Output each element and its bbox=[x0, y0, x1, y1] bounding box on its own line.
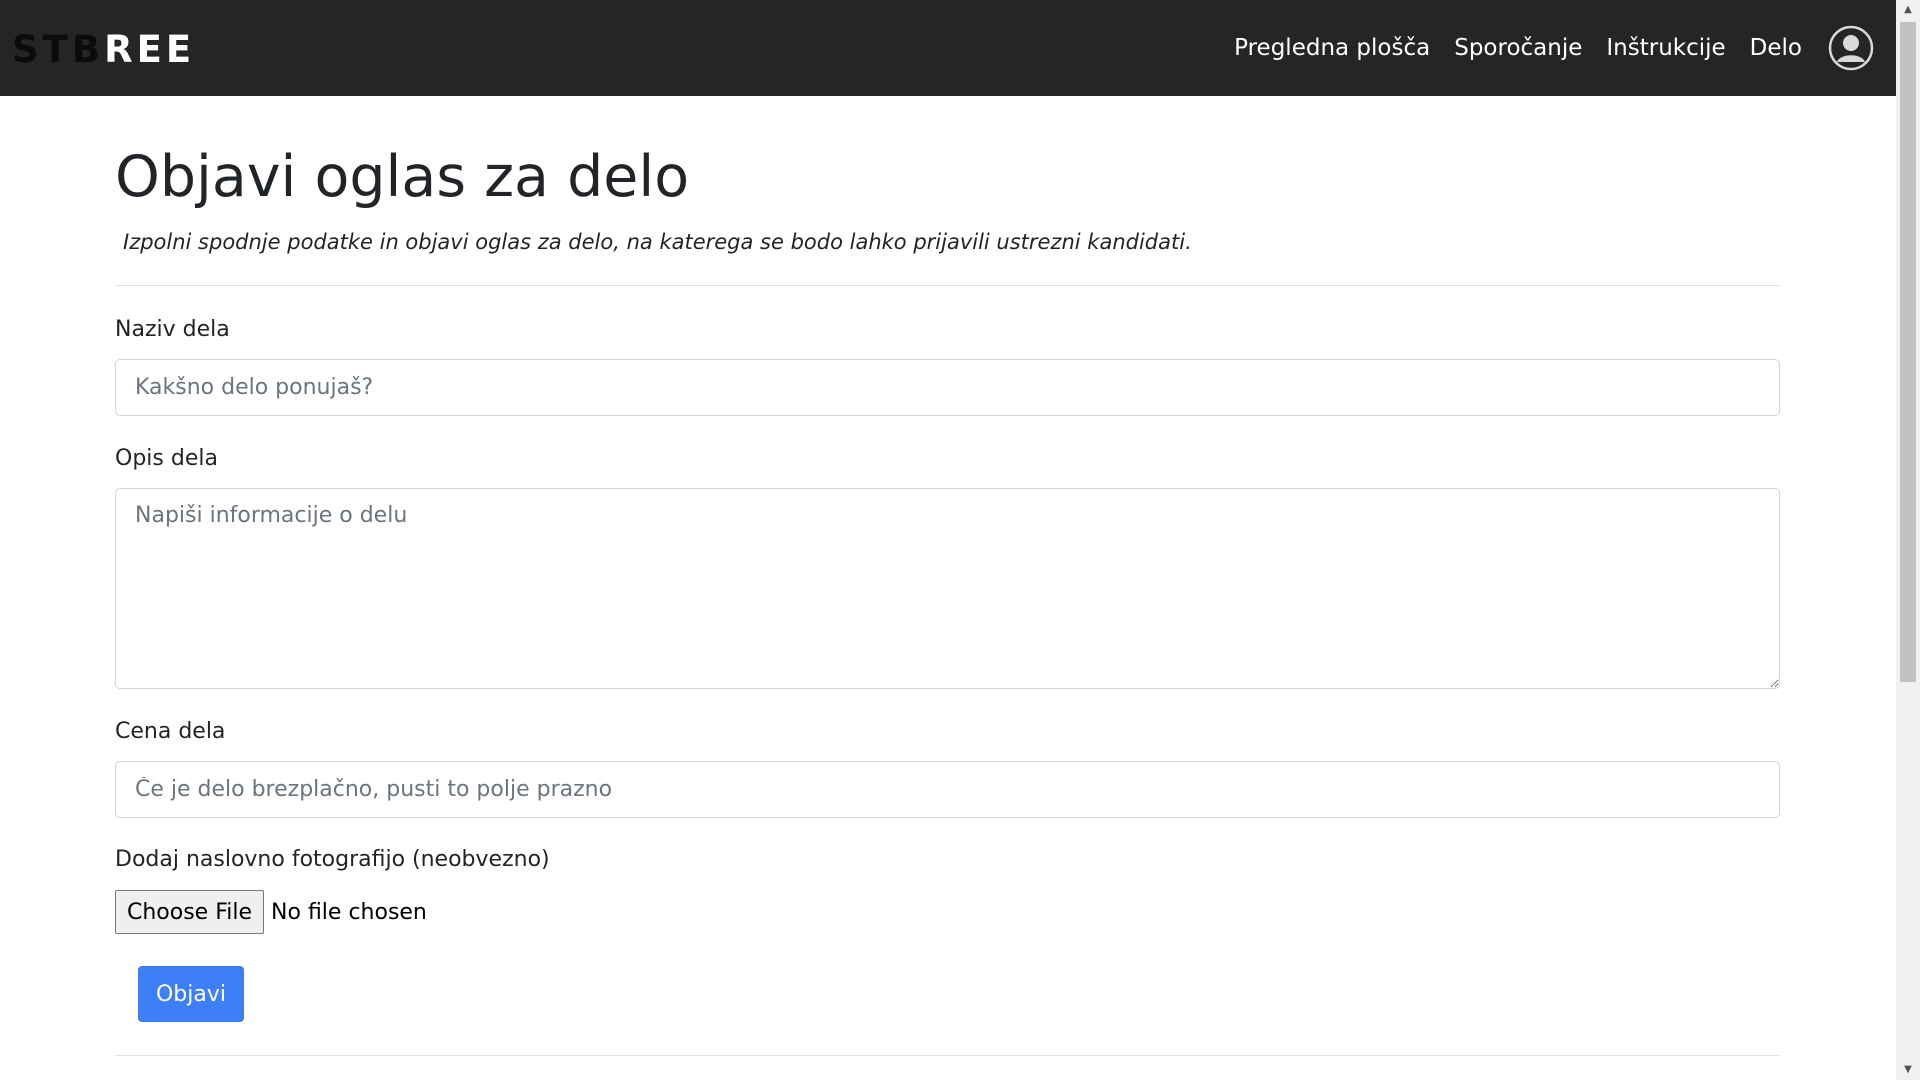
nav-link-dashboard[interactable]: Pregledna plošča bbox=[1234, 35, 1430, 61]
page-subtitle: Izpolni spodnje podatke in objavi oglas … bbox=[123, 230, 1192, 254]
job-description-label: Opis dela bbox=[115, 446, 218, 471]
divider bbox=[115, 285, 1780, 286]
top-navbar: STBREE Pregledna plošča Sporočanje Inštr… bbox=[0, 0, 1896, 96]
brand-logo[interactable]: STBREE bbox=[12, 26, 195, 74]
job-name-label: Naziv dela bbox=[115, 317, 230, 342]
publish-button[interactable]: Objavi bbox=[138, 966, 244, 1022]
scroll-down-arrow-icon[interactable]: ▼ bbox=[1896, 1060, 1920, 1080]
scroll-up-arrow-icon[interactable]: ▲ bbox=[1896, 0, 1920, 20]
job-name-input[interactable] bbox=[115, 359, 1780, 416]
photo-upload-label: Dodaj naslovno fotografijo (neobvezno) bbox=[115, 847, 550, 872]
nav-links: Pregledna plošča Sporočanje Inštrukcije … bbox=[1210, 0, 1874, 96]
page-title: Objavi oglas za delo bbox=[115, 144, 690, 210]
nav-link-tutoring[interactable]: Inštrukcije bbox=[1606, 35, 1725, 61]
page-scrollbar[interactable]: ▲ ▼ bbox=[1896, 0, 1920, 1080]
file-status-text: No file chosen bbox=[271, 899, 427, 925]
choose-file-button[interactable]: Choose File bbox=[115, 890, 265, 934]
scroll-thumb[interactable] bbox=[1900, 22, 1916, 682]
nav-link-jobs[interactable]: Delo bbox=[1750, 35, 1802, 61]
job-price-label: Cena dela bbox=[115, 719, 226, 744]
brand-logo-part-dark: STB bbox=[12, 28, 105, 71]
divider-bottom bbox=[115, 1055, 1780, 1056]
job-price-input[interactable] bbox=[115, 761, 1780, 818]
photo-file-input: Choose File No file chosen bbox=[115, 890, 427, 934]
user-circle-icon[interactable] bbox=[1828, 25, 1874, 71]
job-description-textarea[interactable] bbox=[115, 488, 1780, 689]
nav-link-messaging[interactable]: Sporočanje bbox=[1454, 35, 1582, 61]
brand-logo-part-light: REE bbox=[104, 28, 196, 71]
